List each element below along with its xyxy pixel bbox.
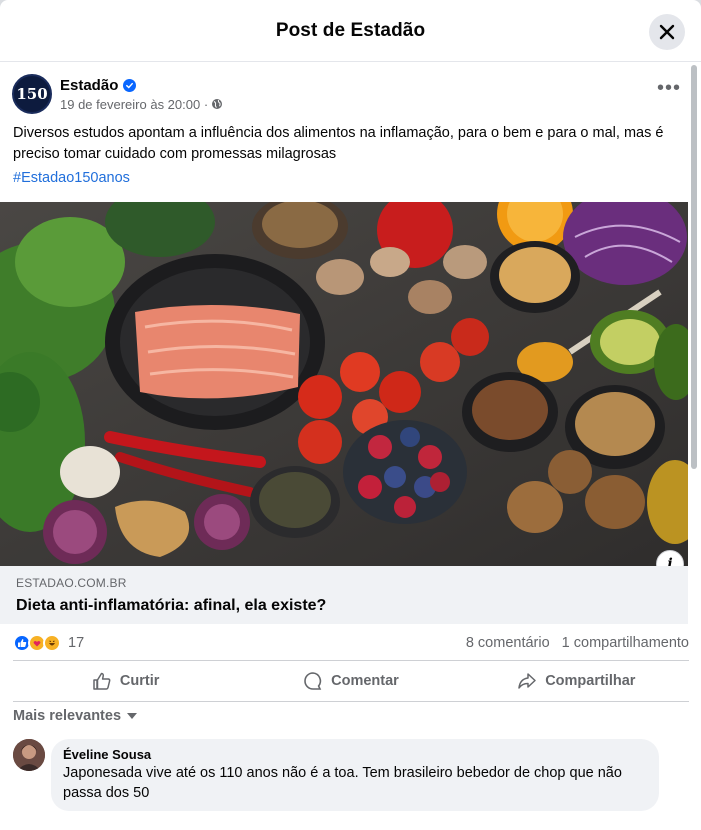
dialog-title: Post de Estadão xyxy=(275,19,426,41)
globe-icon xyxy=(212,99,223,109)
comments-sort-dropdown[interactable]: Mais relevantes xyxy=(13,708,138,724)
food-photo xyxy=(0,202,688,566)
caret-down-icon xyxy=(127,713,138,719)
share-icon xyxy=(518,673,536,689)
reaction-count[interactable]: 17 xyxy=(68,635,84,651)
link-title: Dieta anti-inflamatória: afinal, ela exi… xyxy=(16,597,327,614)
post-timestamp[interactable]: 19 de fevereiro às 20:00 · xyxy=(60,97,208,112)
more-options-icon[interactable]: ••• xyxy=(657,78,681,98)
post-header: 150 Estadão 19 de fevereiro às 20:00 · xyxy=(12,74,223,114)
commenter-avatar[interactable] xyxy=(13,739,45,771)
link-preview[interactable]: ESTADAO.COM.BR Dieta anti-inflamatória: … xyxy=(0,566,688,624)
post-text: Diversos estudos apontam a influência do… xyxy=(13,125,664,162)
comment-author[interactable]: Éveline Sousa xyxy=(63,747,647,762)
post-meta: 19 de fevereiro às 20:00 · xyxy=(60,97,223,112)
comment-icon xyxy=(304,672,322,690)
post-actions: Curtir Comentar Compartilhar xyxy=(13,660,689,702)
thumbs-up-icon xyxy=(93,672,111,690)
share-label: Compartilhar xyxy=(545,673,636,689)
like-button[interactable]: Curtir xyxy=(13,661,238,701)
shares-count[interactable]: 1 compartilhamento xyxy=(562,635,689,651)
comment-label: Comentar xyxy=(331,673,399,689)
dialog-header: Post de Estadão xyxy=(0,0,701,62)
page-avatar[interactable]: 150 xyxy=(12,74,52,114)
author-line: Estadão xyxy=(60,77,223,94)
comment-button[interactable]: Comentar xyxy=(238,661,463,701)
comments-count[interactable]: 8 comentário xyxy=(466,635,550,651)
author-block: Estadão 19 de fevereiro às 20:00 · xyxy=(60,77,223,112)
comment-bubble: Éveline Sousa Japonesada vive até os 110… xyxy=(51,739,659,811)
post-dialog: Post de Estadão 150 Estadão 19 de fevere… xyxy=(0,0,701,830)
author-name[interactable]: Estadão xyxy=(60,77,118,94)
link-domain: ESTADAO.COM.BR xyxy=(16,576,127,590)
close-icon xyxy=(659,24,675,40)
post-image[interactable]: i xyxy=(0,202,688,566)
scrollbar[interactable] xyxy=(691,65,697,469)
comment-text: Japonesada vive até os 110 anos não é a … xyxy=(63,765,622,801)
comment-item: Éveline Sousa Japonesada vive até os 110… xyxy=(13,739,659,811)
haha-icon xyxy=(43,634,61,652)
close-button[interactable] xyxy=(649,14,685,50)
sort-label: Mais relevantes xyxy=(13,708,122,724)
post-scroll-area[interactable]: 150 Estadão 19 de fevereiro às 20:00 · •… xyxy=(0,63,701,830)
share-button[interactable]: Compartilhar xyxy=(464,661,689,701)
verified-badge-icon xyxy=(123,78,137,92)
hashtag-link[interactable]: #Estadao150anos xyxy=(13,170,130,186)
reaction-icons[interactable] xyxy=(13,634,61,652)
reactions-summary: 17 8 comentário 1 compartilhamento xyxy=(13,633,689,653)
like-label: Curtir xyxy=(119,673,160,689)
post-stats: 8 comentário 1 compartilhamento xyxy=(466,635,689,651)
